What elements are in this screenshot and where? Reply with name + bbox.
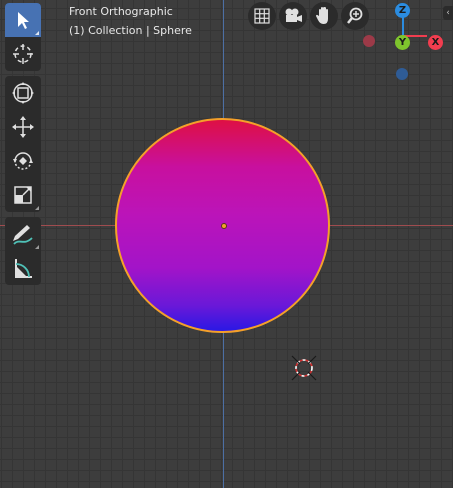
gizmo-x-label: X	[431, 37, 440, 48]
rotate-icon	[13, 152, 33, 170]
select-arrow-icon	[18, 12, 29, 29]
collection-info: (1) Collection | Sphere	[69, 24, 192, 37]
hand-icon	[316, 7, 328, 24]
scale-icon	[14, 186, 32, 204]
cursor-icon	[13, 44, 33, 64]
gizmo-y-axis[interactable]: Y	[395, 35, 410, 50]
scale-tool[interactable]	[5, 178, 41, 212]
gizmo-z-label: Z	[398, 5, 407, 16]
gizmo-y-label: Y	[398, 37, 407, 48]
annotate-pencil-icon	[13, 225, 33, 245]
measure-icon	[15, 259, 32, 278]
tool-group-annotate	[5, 217, 41, 285]
viewport-info: Front Orthographic (1) Collection | Sphe…	[69, 2, 192, 40]
view-name: Front Orthographic	[69, 5, 173, 18]
gizmo-neg-z-axis[interactable]	[396, 68, 408, 80]
measure-tool[interactable]	[5, 251, 41, 285]
chevron-left-icon: ‹	[446, 8, 450, 18]
gizmo-x-axis[interactable]: X	[428, 35, 443, 50]
toggle-grid-button[interactable]	[248, 2, 276, 30]
tool-group-select	[5, 3, 41, 71]
navigation-gizmo[interactable]: Z X Y	[358, 0, 453, 90]
transform-tool[interactable]	[5, 76, 41, 110]
tool-options-corner	[35, 206, 39, 210]
tool-options-corner	[35, 31, 39, 35]
move-tool[interactable]	[5, 110, 41, 144]
select-box-tool[interactable]	[5, 3, 41, 37]
annotate-tool[interactable]	[5, 217, 41, 251]
gizmo-neg-x-axis[interactable]	[363, 35, 375, 47]
tool-group-transform	[5, 76, 41, 212]
navigation-bar	[248, 2, 369, 30]
sidebar-toggle-tab[interactable]: ‹	[443, 6, 453, 20]
transform-icon	[12, 82, 34, 104]
tool-options-corner	[35, 245, 39, 249]
grid-icon	[254, 8, 270, 24]
camera-view-button[interactable]	[279, 2, 307, 30]
gizmo-z-axis[interactable]: Z	[395, 3, 410, 18]
3d-cursor-icon	[291, 355, 317, 381]
rotate-tool[interactable]	[5, 144, 41, 178]
move-icon	[12, 116, 34, 138]
tool-shelf	[5, 3, 41, 290]
camera-icon	[285, 8, 302, 22]
pan-view-button[interactable]	[310, 2, 338, 30]
object-origin	[221, 223, 227, 229]
cursor-tool[interactable]	[5, 37, 41, 71]
